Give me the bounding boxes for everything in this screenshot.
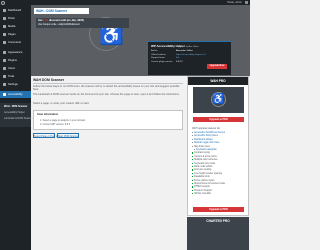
submenu-item-accessibility-helper[interactable]: Accessibility Helper <box>4 111 25 114</box>
media-icon <box>2 25 6 28</box>
info-row-author: Author Alexander Volkov <box>151 50 193 52</box>
bullet-icon <box>192 138 193 140</box>
dashboard-icon <box>2 9 6 12</box>
start-dom-scanner-button[interactable]: Start DOM Scanner <box>57 133 79 138</box>
check-icon <box>192 176 194 178</box>
howdy-label[interactable]: Howdy, admin <box>227 1 242 4</box>
user-icon <box>2 67 6 70</box>
check-icon <box>192 155 194 157</box>
pro-banner-image: ♿ <box>193 87 244 113</box>
main-content: WAH DOM Scanner Follow the below steps t… <box>31 76 186 250</box>
sidebar-item-accessibility[interactable]: Accessibility <box>0 91 31 98</box>
section-title: WAH DOM Scanner <box>33 78 65 82</box>
scanner-paragraph: The Landmark & DOM scanner works on the … <box>33 93 180 96</box>
promo-box: Get 15% discount until (on Jan, 2022) Us… <box>36 18 129 28</box>
page-icon <box>2 33 6 36</box>
sidebar-item-settings[interactable]: Settings <box>0 81 31 88</box>
admin-sidebar: Dashboard Posts Media Pages Comments App… <box>0 5 33 250</box>
check-icon <box>192 193 194 195</box>
upgrade-to-pro-button-bottom[interactable]: Upgrade to PRO <box>193 207 244 212</box>
pro-promo-box: WAH PRO ♿ Upgrade to PRO WAH upgrade fea… <box>187 76 249 216</box>
plugin-info-title: WP Accessibility Helper by Alex Volkov <box>151 43 199 48</box>
instruction-paragraph: Select a page, or enter your custom URL … <box>33 102 90 105</box>
comment-icon <box>2 41 6 44</box>
check-icon <box>192 159 194 161</box>
promo-coupon: Use Coupon code - wahpro2020discount <box>38 23 80 26</box>
pro-box-title: WAH PRO <box>188 77 248 85</box>
right-sidebar: WAH PRO ♿ Upgrade to PRO WAH upgrade fea… <box>187 76 249 250</box>
scan-info-box: Scan information 1. Select a page to ana… <box>33 110 183 130</box>
info-row-website: Official website https://accessibility-he… <box>151 53 206 56</box>
plugin-info-card: WP Accessibility Helper by Alex Volkov A… <box>148 41 231 75</box>
upgrade-to-pro-button[interactable]: Upgrade to PRO <box>193 117 244 122</box>
bullet-icon <box>192 145 193 147</box>
sidebar-item-dashboard[interactable]: Dashboard <box>0 7 31 14</box>
submenu-item-landmark-scanner[interactable]: Landmark & DOM Scanner <box>4 117 33 120</box>
check-icon <box>192 189 194 191</box>
info-row-support: Support forum link <box>151 57 180 59</box>
wordpress-logo-icon[interactable] <box>1 0 5 5</box>
check-icon <box>192 162 194 164</box>
bullet-icon <box>192 135 193 137</box>
charter-pro-title: CHARTED PRO <box>206 219 230 223</box>
feature-item: WCAG checklist <box>192 193 211 196</box>
scan-info-line: 2. Current WP version: 5.8.3 <box>40 123 71 126</box>
pin-icon <box>2 17 6 20</box>
check-icon <box>192 186 194 188</box>
hero-banner: ♿ WAH - DOM Scanner Get 15% discount unt… <box>31 5 250 76</box>
plug-icon <box>2 59 6 62</box>
wheelchair-icon: ♿ <box>99 24 124 46</box>
promo-discount: Get 15% discount until (on Jan, 2022) <box>38 19 84 22</box>
sidebar-item-comments[interactable]: Comments <box>0 39 31 46</box>
sidebar-item-media[interactable]: Media <box>0 23 31 30</box>
wrench-icon <box>2 75 6 78</box>
settings-icon <box>2 83 6 86</box>
bullet-icon <box>194 149 195 150</box>
sidebar-item-pages[interactable]: Pages <box>0 31 31 38</box>
brush-icon <box>2 51 6 54</box>
wheelchair-icon: ♿ <box>211 92 226 107</box>
upgrade-now-button[interactable]: Upgrade Now <box>207 64 227 69</box>
select-page-dropdown[interactable]: Select Page or Post ▾ <box>33 133 57 138</box>
sidebar-item-users[interactable]: Users <box>0 65 31 72</box>
scan-info-title: Scan information <box>37 113 59 116</box>
sidebar-item-appearance[interactable]: Appearance <box>0 49 31 56</box>
sidebar-item-posts[interactable]: Posts <box>0 15 31 22</box>
bullet-icon <box>192 142 193 144</box>
check-icon <box>192 166 194 168</box>
info-row-version: Current plugin version 0.6.2.2 <box>151 60 183 63</box>
submenu-item-dom-scanner[interactable]: WAH - DOM Scanner <box>4 105 27 108</box>
sidebar-item-plugins[interactable]: Plugins <box>0 57 31 64</box>
check-icon <box>192 183 194 185</box>
check-icon <box>192 179 194 181</box>
check-icon <box>192 152 194 154</box>
charter-pro-box: CHARTED PRO <box>187 217 249 250</box>
check-icon <box>192 169 194 171</box>
accessibility-icon <box>2 93 6 96</box>
bullet-icon <box>192 132 193 133</box>
check-icon <box>192 172 194 174</box>
scan-info-line: 1. Select a page to analyze in your doma… <box>40 119 86 122</box>
pro-features-intro: WAH upgrade features list: <box>192 127 221 130</box>
page-title: WAH - DOM Scanner <box>34 8 89 14</box>
sidebar-item-tools[interactable]: Tools <box>0 73 31 80</box>
avatar[interactable] <box>244 0 248 5</box>
intro-paragraph: Follow the below steps to run DOM scan, … <box>33 85 180 92</box>
accessibility-submenu: WAH - DOM Scanner Accessibility Helper L… <box>0 103 33 127</box>
